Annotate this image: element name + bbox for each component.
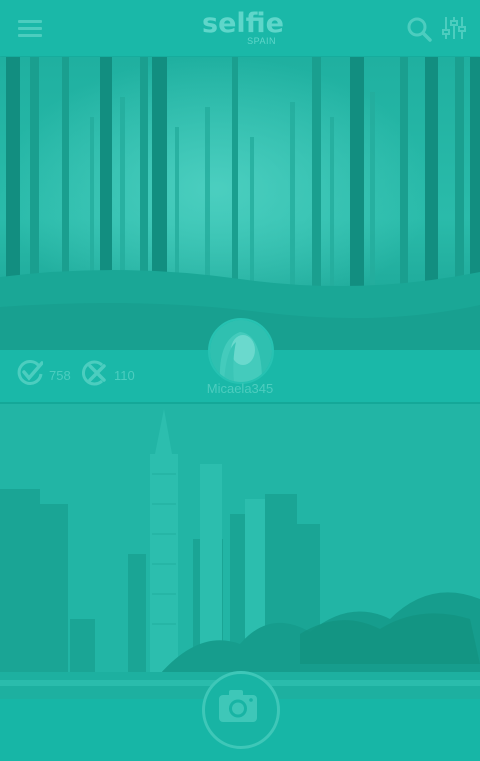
menu-icon[interactable] <box>18 18 42 38</box>
search-icon[interactable] <box>406 16 432 42</box>
avatar[interactable] <box>208 318 274 384</box>
post-photo-forest[interactable] <box>0 57 480 350</box>
logo-subtitle: SPAIN <box>247 36 276 46</box>
post-photo-city[interactable] <box>0 404 480 699</box>
app-logo: selfie SPAIN <box>202 8 284 48</box>
logo-wordmark: selfie <box>202 8 284 39</box>
username[interactable]: Micaela345 <box>0 381 480 396</box>
top-app-bar: selfie SPAIN <box>0 0 480 56</box>
filter-sliders-icon[interactable] <box>441 15 467 41</box>
camera-button[interactable] <box>202 671 280 749</box>
